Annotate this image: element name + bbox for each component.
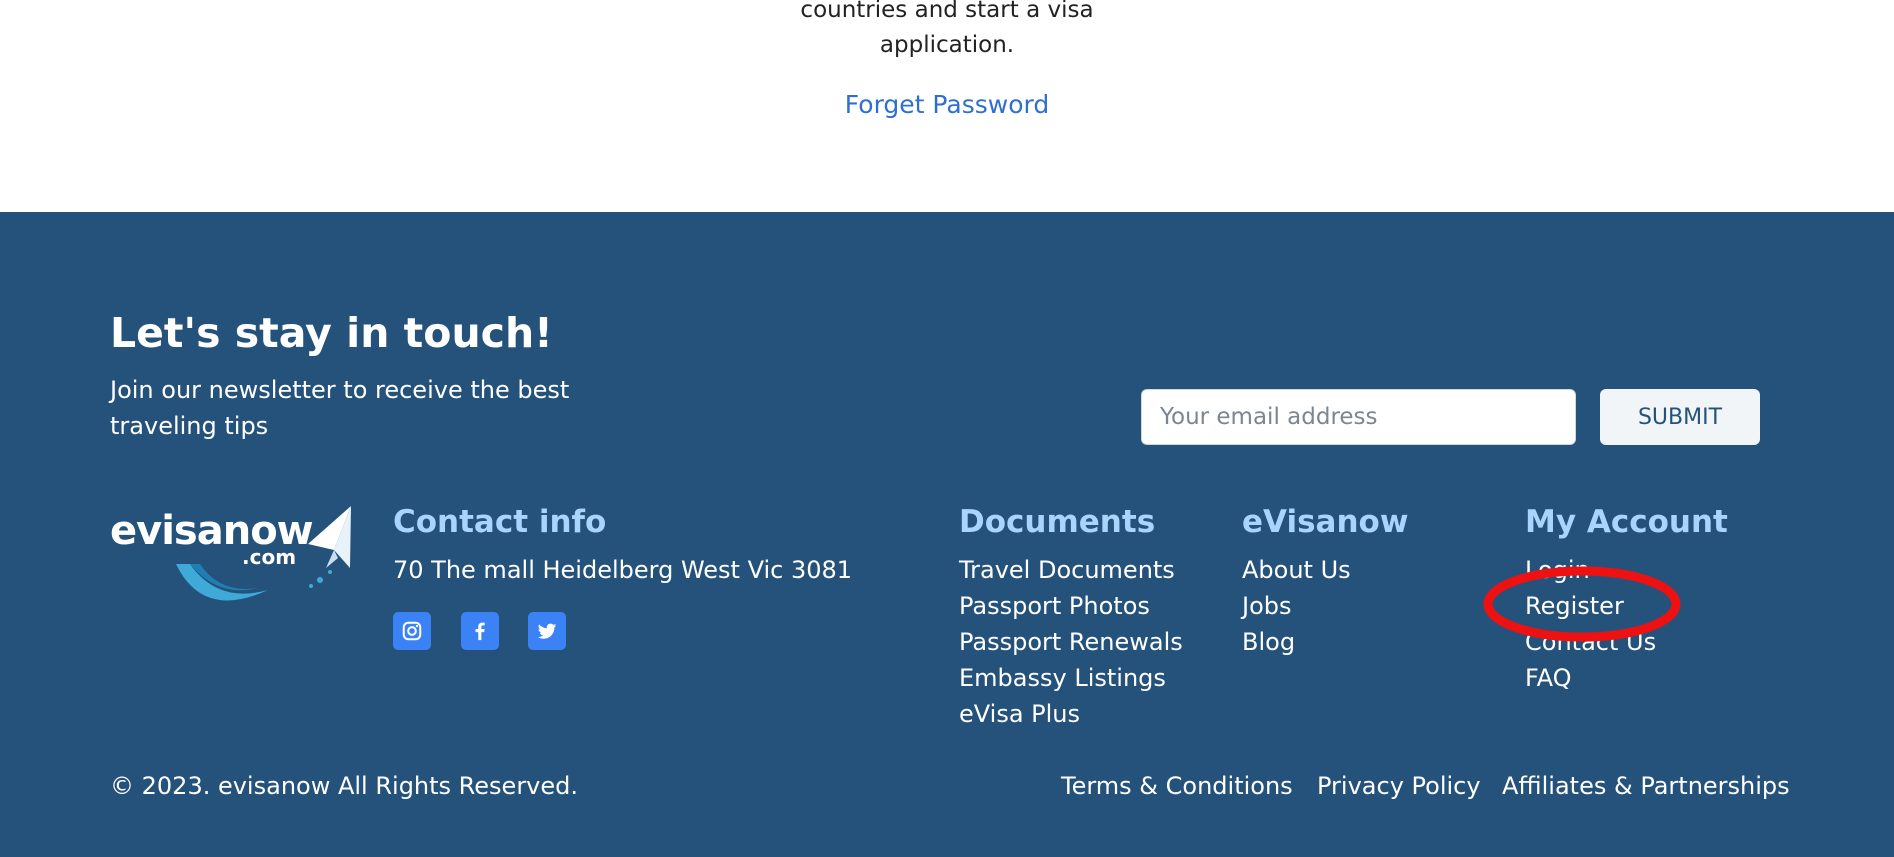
logo-swoosh bbox=[176, 564, 268, 601]
documents-heading: Documents bbox=[959, 504, 1156, 540]
evisanow-logo[interactable]: evisanow .com bbox=[108, 502, 358, 612]
footer-link-login[interactable]: Login bbox=[1525, 552, 1656, 588]
facebook-icon bbox=[475, 622, 485, 641]
newsletter-submit-button[interactable]: SUBMIT bbox=[1600, 389, 1760, 445]
twitter-icon bbox=[537, 623, 557, 639]
newsletter-email-input[interactable] bbox=[1141, 389, 1576, 445]
evisanow-links: About Us Jobs Blog bbox=[1242, 552, 1351, 660]
twitter-link[interactable] bbox=[528, 612, 566, 650]
my-account-heading: My Account bbox=[1525, 504, 1728, 540]
footer-link-contact-us[interactable]: Contact Us bbox=[1525, 624, 1656, 660]
login-page-bottom: countries and start a visa application. … bbox=[0, 0, 1894, 212]
affiliates-partnerships-link[interactable]: Affiliates & Partnerships bbox=[1502, 768, 1790, 804]
footer-link-register[interactable]: Register bbox=[1525, 588, 1656, 624]
footer-link-jobs[interactable]: Jobs bbox=[1242, 588, 1351, 624]
logo-suffix: .com bbox=[242, 545, 296, 569]
documents-links: Travel Documents Passport Photos Passpor… bbox=[959, 552, 1183, 732]
footer-link-travel-documents[interactable]: Travel Documents bbox=[959, 552, 1183, 588]
footer-link-faq[interactable]: FAQ bbox=[1525, 660, 1656, 696]
instagram-link[interactable] bbox=[393, 612, 431, 650]
intro-text-line-2: application. bbox=[879, 32, 1015, 58]
footer-link-about-us[interactable]: About Us bbox=[1242, 552, 1351, 588]
paper-plane-icon bbox=[308, 506, 351, 588]
footer-link-evisa-plus[interactable]: eVisa Plus bbox=[959, 696, 1183, 732]
footer-link-blog[interactable]: Blog bbox=[1242, 624, 1351, 660]
contact-info-heading: Contact info bbox=[393, 504, 607, 540]
site-footer: Let's stay in touch! Join our newsletter… bbox=[0, 212, 1894, 857]
my-account-links: Login Register Contact Us FAQ bbox=[1525, 552, 1656, 696]
facebook-link[interactable] bbox=[461, 612, 499, 650]
copyright-text: © 2023. evisanow All Rights Reserved. bbox=[110, 772, 579, 800]
newsletter-subtitle: Join our newsletter to receive the best … bbox=[110, 376, 570, 440]
footer-link-passport-photos[interactable]: Passport Photos bbox=[959, 588, 1183, 624]
intro-text-line-1: countries and start a visa bbox=[800, 0, 1094, 23]
footer-link-passport-renewals[interactable]: Passport Renewals bbox=[959, 624, 1183, 660]
footer-link-embassy-listings[interactable]: Embassy Listings bbox=[959, 660, 1183, 696]
newsletter-title: Let's stay in touch! bbox=[110, 309, 553, 357]
privacy-policy-link[interactable]: Privacy Policy bbox=[1317, 768, 1481, 804]
forget-password-link[interactable]: Forget Password bbox=[0, 87, 1894, 123]
contact-address: 70 The mall Heidelberg West Vic 3081 bbox=[393, 556, 853, 584]
terms-conditions-link[interactable]: Terms & Conditions bbox=[1061, 768, 1293, 804]
instagram-icon bbox=[402, 621, 422, 641]
evisanow-heading: eVisanow bbox=[1242, 504, 1409, 540]
